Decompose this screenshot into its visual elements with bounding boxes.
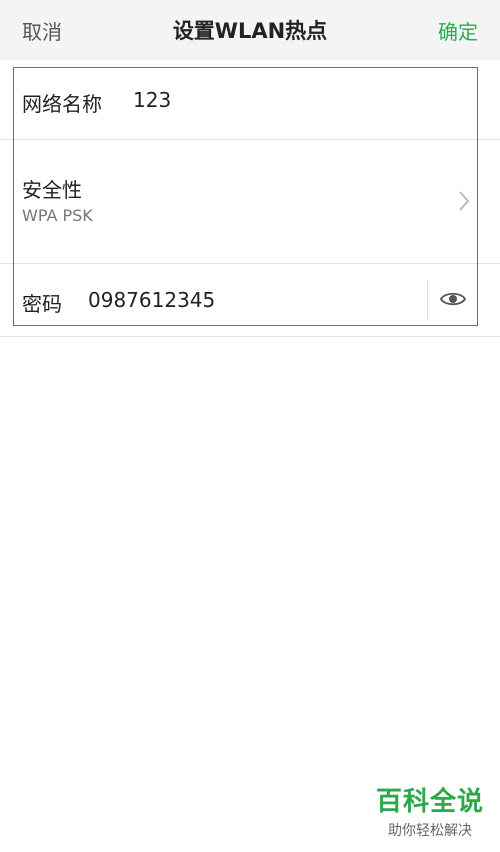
- password-label: 密码: [22, 292, 62, 316]
- vertical-divider: [427, 280, 428, 320]
- security-value: WPA PSK: [22, 206, 93, 225]
- divider: [0, 336, 500, 337]
- password-row: 密码 0987612345: [0, 264, 500, 336]
- security-label: 安全性: [22, 178, 82, 202]
- ssid-row[interactable]: 网络名称 123: [0, 64, 500, 138]
- watermark: 百科全说 助你轻松解决: [376, 781, 484, 840]
- eye-icon[interactable]: [440, 290, 466, 308]
- watermark-title: 百科全说: [375, 787, 484, 817]
- ssid-input[interactable]: 123: [133, 88, 171, 112]
- page-title: 设置WLAN热点: [172, 19, 328, 43]
- confirm-button[interactable]: 确定: [438, 16, 478, 45]
- ssid-label: 网络名称: [22, 92, 102, 116]
- header-bar: 取消 设置WLAN热点 确定: [0, 0, 500, 60]
- security-row[interactable]: 安全性 WPA PSK: [0, 140, 500, 262]
- password-input[interactable]: 0987612345: [88, 288, 215, 312]
- chevron-right-icon: [459, 191, 470, 211]
- watermark-subtitle: 助你轻松解决: [387, 823, 472, 839]
